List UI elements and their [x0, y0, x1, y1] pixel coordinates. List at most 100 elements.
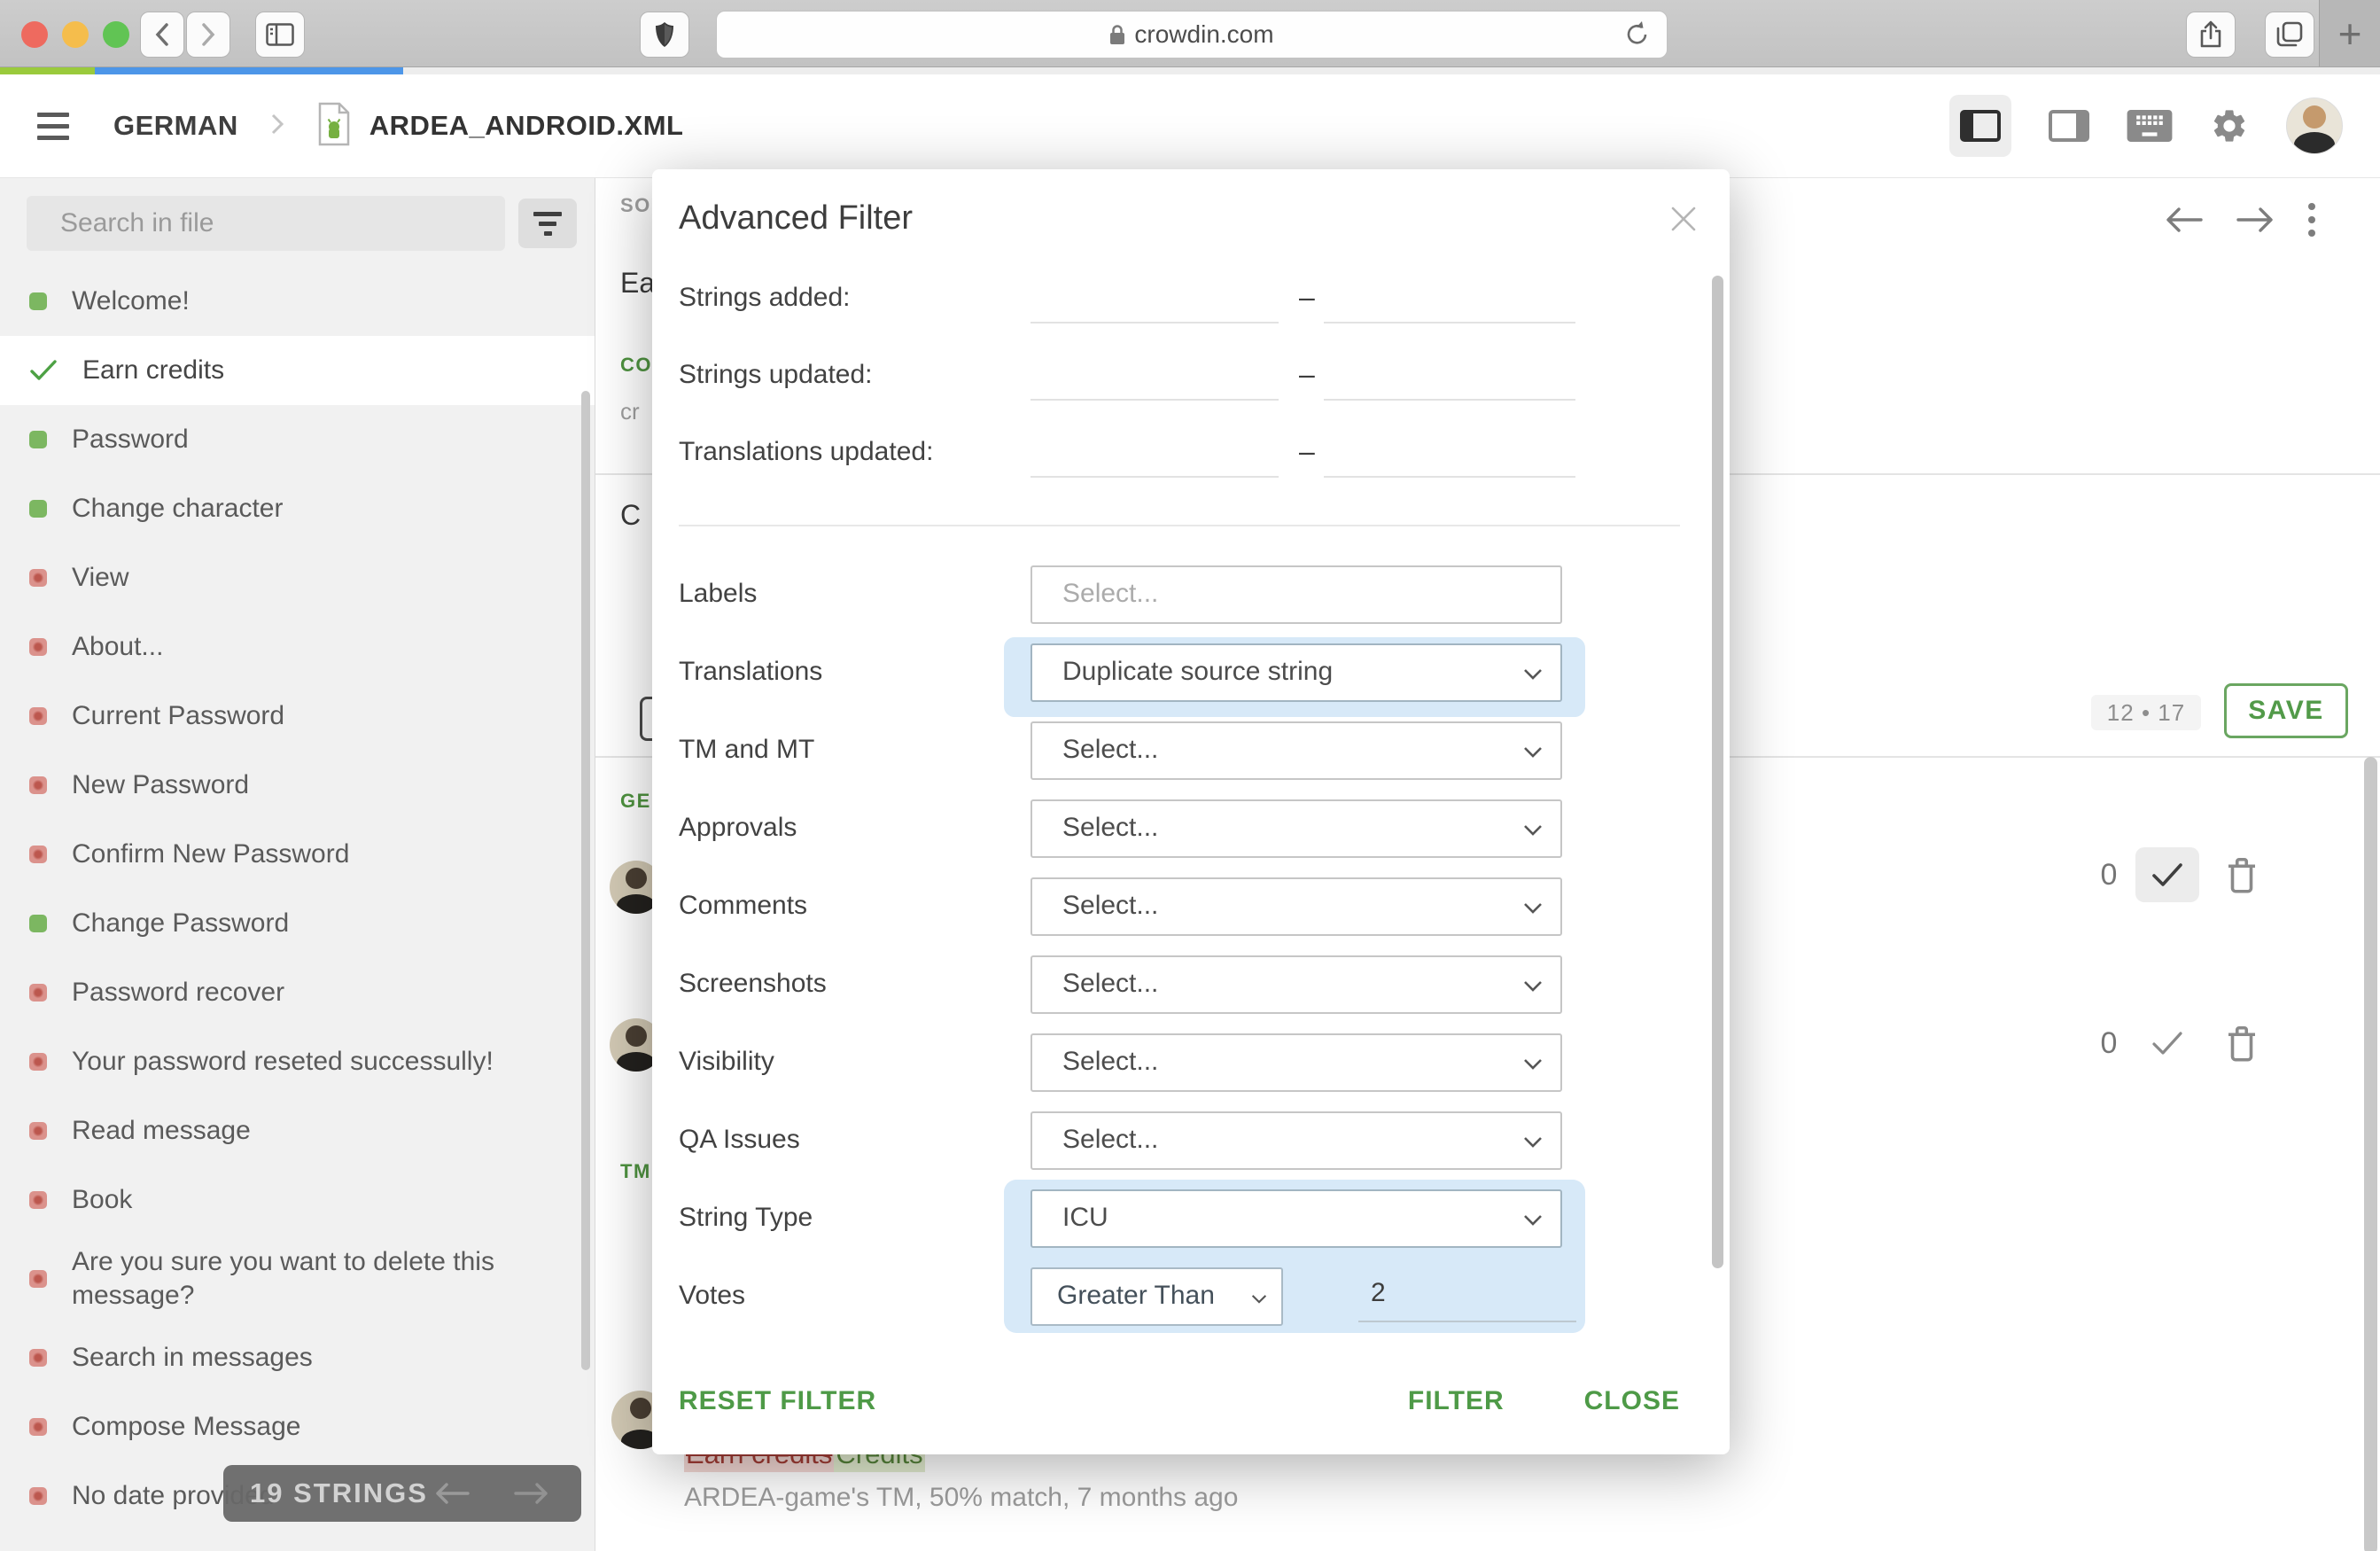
- field-label: Labels: [679, 579, 757, 609]
- string-list-item[interactable]: Compose Message: [0, 1392, 595, 1461]
- layout-right-panel-button[interactable]: [2049, 110, 2089, 142]
- chevron-right-icon: [198, 21, 218, 48]
- filter-button[interactable]: [518, 199, 577, 248]
- string-type-select[interactable]: ICU: [1031, 1189, 1562, 1248]
- address-bar[interactable]: crowdin.com: [716, 11, 1668, 58]
- qa-issues-select[interactable]: Select...: [1031, 1111, 1562, 1170]
- string-list-item[interactable]: Change character: [0, 474, 595, 543]
- string-list-item[interactable]: View: [0, 543, 595, 612]
- string-status-icon: [29, 431, 47, 448]
- forward-button[interactable]: [186, 12, 230, 58]
- previous-string-button[interactable]: [2164, 205, 2205, 235]
- string-list-item[interactable]: Earn credits: [0, 336, 595, 405]
- string-list-item[interactable]: Your password reseted successully!: [0, 1027, 595, 1096]
- string-list-item[interactable]: Password: [0, 405, 595, 474]
- settings-button[interactable]: [2210, 106, 2249, 145]
- menu-icon[interactable]: [37, 113, 69, 140]
- modal-scrollbar[interactable]: [1712, 276, 1723, 1268]
- user-avatar[interactable]: [2286, 97, 2343, 154]
- layout-right-icon: [2049, 110, 2089, 142]
- field-label: Approvals: [679, 813, 797, 843]
- delete-button[interactable]: [2226, 1025, 2258, 1062]
- string-label: About...: [72, 630, 163, 664]
- browser-sidebar-toggle-button[interactable]: [255, 12, 305, 58]
- string-list-item[interactable]: Current Password: [0, 682, 595, 751]
- close-button[interactable]: CLOSE: [1584, 1386, 1680, 1416]
- labels-input[interactable]: Select...: [1031, 565, 1562, 624]
- string-status-icon: [29, 1487, 47, 1505]
- string-list-item[interactable]: Welcome!: [0, 267, 595, 336]
- tm-suggestion-meta: ARDEA-game's TM, 50% match, 7 months ago: [684, 1483, 1238, 1513]
- next-page-icon[interactable]: [512, 1479, 551, 1508]
- votes-operator-select[interactable]: Greater Than: [1031, 1267, 1283, 1326]
- string-status-icon: [29, 500, 47, 518]
- string-list-item[interactable]: Search in messages: [0, 1323, 595, 1392]
- range-from-input[interactable]: [1031, 360, 1279, 401]
- string-status-icon: [29, 707, 47, 725]
- string-list-item[interactable]: Read message: [0, 1096, 595, 1165]
- keyboard-shortcuts-button[interactable]: [2127, 110, 2173, 142]
- comments-select[interactable]: Select...: [1031, 877, 1562, 936]
- save-button[interactable]: SAVE: [2224, 683, 2348, 738]
- next-string-button[interactable]: [2235, 205, 2275, 235]
- range-to-input[interactable]: [1324, 437, 1575, 478]
- translation-row: 0: [2091, 847, 2258, 902]
- sidebar-icon: [266, 23, 294, 46]
- sidebar-scrollbar[interactable]: [581, 391, 590, 1370]
- string-list-item[interactable]: Are you sure you want to delete this mes…: [0, 1235, 595, 1323]
- string-label: Change Password: [72, 907, 289, 940]
- reset-filter-button[interactable]: RESET FILTER: [679, 1386, 876, 1416]
- window-zoom-button[interactable]: [103, 21, 129, 48]
- layout-side-by-side-button[interactable]: [1949, 95, 2011, 157]
- new-tab-button[interactable]: +: [2319, 0, 2380, 66]
- search-input[interactable]: Search in file: [27, 196, 505, 251]
- filter-field-row: Translations Duplicate source string: [679, 634, 1680, 712]
- tm-and-mt-select[interactable]: Select...: [1031, 721, 1562, 780]
- breadcrumb-language[interactable]: GERMAN: [113, 110, 238, 142]
- chevron-down-icon: [1523, 1214, 1543, 1226]
- apply-filter-button[interactable]: FILTER: [1408, 1386, 1505, 1416]
- approvals-select[interactable]: Select...: [1031, 799, 1562, 858]
- delete-button[interactable]: [2226, 856, 2258, 893]
- string-list-item[interactable]: Password recover: [0, 958, 595, 1027]
- reload-icon[interactable]: [1624, 20, 1651, 53]
- range-from-input[interactable]: [1031, 283, 1279, 323]
- translations-select[interactable]: Duplicate source string: [1031, 643, 1562, 702]
- tabs-overview-button[interactable]: [2265, 12, 2314, 58]
- string-list-item[interactable]: Change Password: [0, 889, 595, 958]
- filter-field-row: Labels Select...: [679, 556, 1680, 634]
- share-button[interactable]: [2186, 12, 2236, 58]
- range-to-input[interactable]: [1324, 283, 1575, 323]
- field-label: Strings updated:: [679, 360, 872, 390]
- string-list-item[interactable]: New Password: [0, 751, 595, 820]
- window-close-button[interactable]: [21, 21, 48, 48]
- string-list-item[interactable]: Book: [0, 1165, 595, 1235]
- browser-window: crowdin.com + GERMAN ARDEA_ANDROID.XML: [0, 0, 2380, 1551]
- vote-count: 0: [2091, 1026, 2127, 1061]
- string-label: Password recover: [72, 976, 284, 1009]
- approve-button[interactable]: [2135, 847, 2199, 902]
- screenshots-select[interactable]: Select...: [1031, 955, 1562, 1014]
- filter-field-row: QA Issues Select...: [679, 1102, 1680, 1180]
- field-value: Duplicate source string: [1062, 645, 1560, 698]
- trash-icon: [2226, 856, 2258, 893]
- previous-page-icon[interactable]: [432, 1479, 471, 1508]
- kebab-menu-button[interactable]: [2306, 200, 2318, 239]
- range-from-input[interactable]: [1031, 437, 1279, 478]
- close-icon[interactable]: [1669, 205, 1698, 233]
- main-scrollbar[interactable]: [2364, 757, 2377, 1551]
- approve-button[interactable]: [2135, 1016, 2199, 1071]
- string-list-item[interactable]: About...: [0, 612, 595, 682]
- visibility-select[interactable]: Select...: [1031, 1033, 1562, 1092]
- chevron-down-icon: [1523, 1136, 1543, 1148]
- back-button[interactable]: [140, 12, 184, 58]
- privacy-shield-button[interactable]: [640, 12, 689, 58]
- range-to-input[interactable]: [1324, 360, 1575, 401]
- translation-progress-bar: [0, 67, 2380, 74]
- votes-value-input[interactable]: 2: [1358, 1267, 1576, 1322]
- search-placeholder: Search in file: [60, 208, 214, 238]
- window-minimize-button[interactable]: [62, 21, 89, 48]
- field-label: TM and MT: [679, 735, 814, 765]
- string-list-item[interactable]: Confirm New Password: [0, 820, 595, 889]
- string-label: Book: [72, 1183, 132, 1217]
